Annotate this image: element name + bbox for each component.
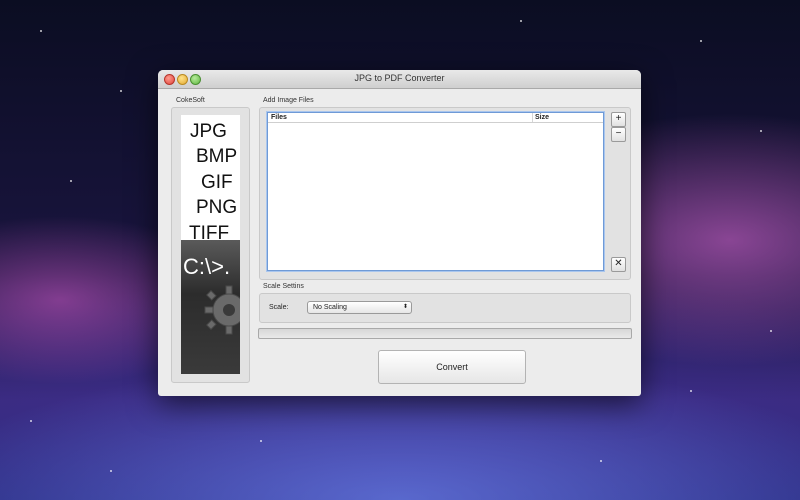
terminal-graphic: C:\>. [181, 240, 240, 374]
size-column-header[interactable]: Size [532, 113, 549, 122]
cokesoft-group-label: CokeSoft [176, 97, 205, 104]
terminal-prompt-text: C:\>. [183, 254, 231, 279]
conversion-progress-bar [258, 328, 632, 339]
clear-files-button[interactable]: ✕ [611, 257, 626, 272]
format-png: PNG [196, 197, 238, 218]
title-bar[interactable]: JPG to PDF Converter [158, 70, 641, 89]
add-file-button[interactable]: + [611, 112, 626, 127]
files-column-header[interactable]: Files [271, 114, 287, 121]
format-gif: GIF [201, 172, 233, 193]
app-window: JPG to PDF Converter CokeSoft JPG BMP GI… [158, 70, 641, 396]
file-list-header: Files Size [268, 113, 603, 123]
scale-settings-label: Scale Settins [263, 283, 304, 290]
scale-label: Scale: [269, 304, 289, 311]
gear-icon [204, 285, 240, 335]
add-image-files-label: Add Image Files [263, 97, 314, 104]
format-bmp: BMP [196, 146, 238, 167]
remove-file-button[interactable]: − [611, 127, 626, 142]
select-arrows-icon: ⬍ [402, 304, 408, 310]
files-group: Files Size + − ✕ [259, 107, 631, 280]
scale-select[interactable]: No Scaling ⬍ [307, 301, 412, 314]
scale-settings-group: Scale: No Scaling ⬍ [259, 293, 631, 323]
window-title: JPG to PDF Converter [354, 73, 445, 83]
app-logo-image: JPG BMP GIF PNG TIFF C:\>. [181, 115, 240, 374]
scale-select-value: No Scaling [313, 304, 347, 311]
convert-button[interactable]: Convert [378, 350, 526, 384]
logo-panel: JPG BMP GIF PNG TIFF C:\>. [171, 107, 250, 383]
file-list-table[interactable]: Files Size [267, 112, 604, 271]
format-jpg: JPG [190, 121, 227, 142]
